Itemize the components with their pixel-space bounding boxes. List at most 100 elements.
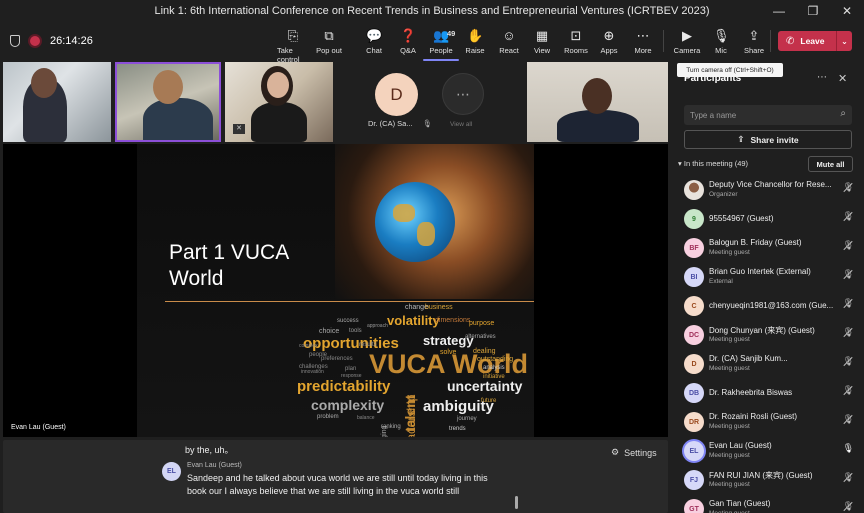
participant-name: Gan Tian (Guest) bbox=[709, 499, 771, 508]
participant-video bbox=[143, 98, 213, 140]
mic-on-icon[interactable]: 🎙 bbox=[843, 443, 854, 454]
participant-name: Evan Lau (Guest) bbox=[709, 441, 772, 450]
people-button[interactable]: 49 👥 People bbox=[423, 29, 459, 61]
participant-role: Meeting guest bbox=[709, 249, 750, 256]
mic-off-icon[interactable]: 🎙 bbox=[843, 240, 854, 251]
react-button[interactable]: ☺ React bbox=[493, 28, 525, 56]
participant-name: Dr. Rozaini Rosli (Guest) bbox=[709, 412, 798, 421]
mic-off-icon[interactable]: 🎙 bbox=[843, 472, 854, 483]
raise-hand-icon: ✋ bbox=[467, 28, 484, 43]
video-tile-participant-3[interactable]: ✕ bbox=[225, 62, 333, 142]
participant-row[interactable]: BI Brian Guo Intertek (External) External 🎙 bbox=[684, 265, 856, 293]
word-cloud-word: purpose bbox=[469, 320, 495, 327]
participant-row[interactable]: BF Balogun B. Friday (Guest) Meeting guest… bbox=[684, 236, 856, 264]
word-cloud-word: alternatives bbox=[465, 334, 496, 340]
avatar: DC bbox=[684, 325, 704, 345]
view-button[interactable]: ▦ View bbox=[526, 28, 558, 56]
share-invite-button[interactable]: ⇪ Share invite bbox=[684, 130, 852, 149]
react-icon: ☺ bbox=[502, 28, 516, 43]
toolbar-divider bbox=[663, 30, 664, 52]
more-button[interactable]: ⋯ More bbox=[627, 29, 659, 56]
mic-off-icon[interactable]: 🎙 bbox=[843, 356, 854, 367]
participant-face bbox=[267, 72, 289, 98]
caption-speaker-name: Evan Lau (Guest) bbox=[187, 462, 242, 469]
participant-role: External bbox=[709, 278, 733, 285]
participant-name: Dr. (CA) Sanjib Kum... bbox=[709, 354, 788, 363]
participant-role: Meeting guest bbox=[709, 365, 750, 372]
mic-button[interactable]: 🎙 Mic bbox=[705, 29, 737, 56]
q-a-button[interactable]: ❓ Q&A bbox=[392, 29, 424, 56]
avatar: 9 bbox=[684, 209, 704, 229]
participant-role: Meeting guest bbox=[709, 452, 750, 459]
toolbar-button-label: React bbox=[499, 46, 519, 55]
mute-all-button[interactable]: Mute all bbox=[808, 156, 853, 172]
mic-off-icon[interactable]: 🎙 bbox=[843, 269, 854, 280]
meeting-status: 26:14:26 bbox=[10, 22, 93, 60]
avatar: BF bbox=[684, 238, 704, 258]
take-control-button[interactable]: ⎘ Take control bbox=[277, 28, 309, 65]
avatar: C bbox=[684, 296, 704, 316]
video-tile-participant-4[interactable] bbox=[527, 62, 668, 142]
close-window-button[interactable]: ✕ bbox=[830, 0, 864, 22]
raise-button[interactable]: ✋ Raise bbox=[459, 28, 491, 56]
share-button[interactable]: ⇪ Share bbox=[738, 29, 770, 56]
participant-name: Brian Guo Intertek (External) bbox=[709, 267, 811, 276]
participant-row[interactable]: EL Evan Lau (Guest) Meeting guest 🎙 bbox=[684, 439, 856, 467]
avatar[interactable]: D bbox=[375, 73, 418, 116]
close-icon[interactable]: ✕ bbox=[838, 72, 847, 85]
mic-off-icon[interactable]: 🎙 bbox=[843, 327, 854, 338]
video-tile-participant-1[interactable] bbox=[3, 62, 111, 142]
participant-role: Organizer bbox=[709, 191, 738, 198]
rooms-button[interactable]: ⊡ Rooms bbox=[560, 29, 592, 56]
participant-row[interactable]: Cchenyueqin1981@163.com (Gue... 🎙 bbox=[684, 294, 856, 322]
word-cloud-word: ranking bbox=[381, 424, 401, 430]
word-cloud-word: preferences bbox=[321, 356, 353, 362]
pop-out-button[interactable]: ⧉ Pop out bbox=[313, 29, 345, 56]
mic-off-icon[interactable]: 🎙 bbox=[843, 211, 854, 222]
shield-icon[interactable] bbox=[10, 35, 20, 47]
participant-row[interactable]: DB Dr. Rakheebrita Biswas 🎙 bbox=[684, 381, 856, 409]
view-all-button[interactable]: ⋯ bbox=[442, 73, 484, 115]
chat-button[interactable]: 💬 Chat bbox=[358, 29, 390, 56]
participant-row[interactable]: D Dr. (CA) Sanjib Kum... Meeting guest 🎙 bbox=[684, 352, 856, 380]
word-cloud-word: solve bbox=[440, 349, 457, 356]
search-icon: ⌕ bbox=[840, 108, 846, 119]
participant-row[interactable]: DC Dong Chunyan (来宾) (Guest) Meeting guest… bbox=[684, 323, 856, 351]
mic-off-icon[interactable]: 🎙 bbox=[843, 385, 854, 396]
mic-off-icon[interactable]: 🎙 bbox=[843, 501, 854, 512]
mic-off-icon[interactable]: 🎙 bbox=[843, 414, 854, 425]
minimize-button[interactable]: — bbox=[762, 0, 796, 22]
toolbar-button-label: Share bbox=[743, 46, 764, 55]
leave-options-chevron-icon[interactable]: ⌄ bbox=[836, 31, 852, 51]
maximize-button[interactable]: ❐ bbox=[796, 0, 830, 22]
mic-off-icon[interactable]: 🎙 bbox=[843, 182, 854, 193]
search-input[interactable] bbox=[690, 108, 830, 122]
participant-row[interactable]: DR Dr. Rozaini Rosli (Guest) Meeting guest… bbox=[684, 410, 856, 438]
apps-button[interactable]: ⊕ Apps bbox=[593, 28, 625, 56]
camera-button[interactable]: ▶ Camera bbox=[671, 29, 703, 56]
video-tile-participant-2-active-speaker[interactable] bbox=[115, 62, 221, 142]
in-meeting-section-header[interactable]: ▾ In this meeting (49) bbox=[678, 159, 748, 168]
view-icon: ▦ bbox=[535, 28, 549, 43]
take-control-icon: ⎘ bbox=[287, 28, 299, 43]
participant-row[interactable]: Deputy Vice Chancellor for Rese... Organi… bbox=[684, 178, 856, 206]
participant-row[interactable]: GTGan Tian (Guest)Meeting guest🎙 bbox=[684, 497, 856, 513]
gear-icon: ⚙ bbox=[611, 447, 620, 457]
word-cloud-word: problem bbox=[317, 414, 339, 420]
mic-off-icon[interactable]: 🎙 bbox=[843, 298, 854, 309]
captions-scrollbar[interactable] bbox=[515, 496, 518, 509]
presenter-name: Evan Lau (Guest) bbox=[11, 424, 66, 431]
caption-settings-button[interactable]: ⚙ Settings bbox=[611, 447, 657, 458]
word-cloud-word: approach bbox=[367, 323, 388, 329]
leave-button[interactable]: ✆ Leave ⌄ bbox=[778, 31, 852, 51]
avatar: GT bbox=[684, 499, 704, 513]
apps-icon: ⊕ bbox=[603, 28, 615, 43]
participant-row[interactable]: 9 95554967 (Guest) 🎙 bbox=[684, 207, 856, 235]
participant-search[interactable]: ⌕ bbox=[684, 105, 852, 125]
word-cloud-word: trends bbox=[449, 426, 466, 432]
word-cloud-word: volatility bbox=[387, 313, 440, 328]
participant-name: 95554967 (Guest) bbox=[709, 214, 774, 223]
more-options-icon[interactable]: ⋯ bbox=[817, 72, 827, 83]
word-cloud-word: choice bbox=[319, 328, 340, 335]
participant-row[interactable]: FJ FAN RUI JIAN (来宾) (Guest) Meeting guest… bbox=[684, 468, 856, 496]
